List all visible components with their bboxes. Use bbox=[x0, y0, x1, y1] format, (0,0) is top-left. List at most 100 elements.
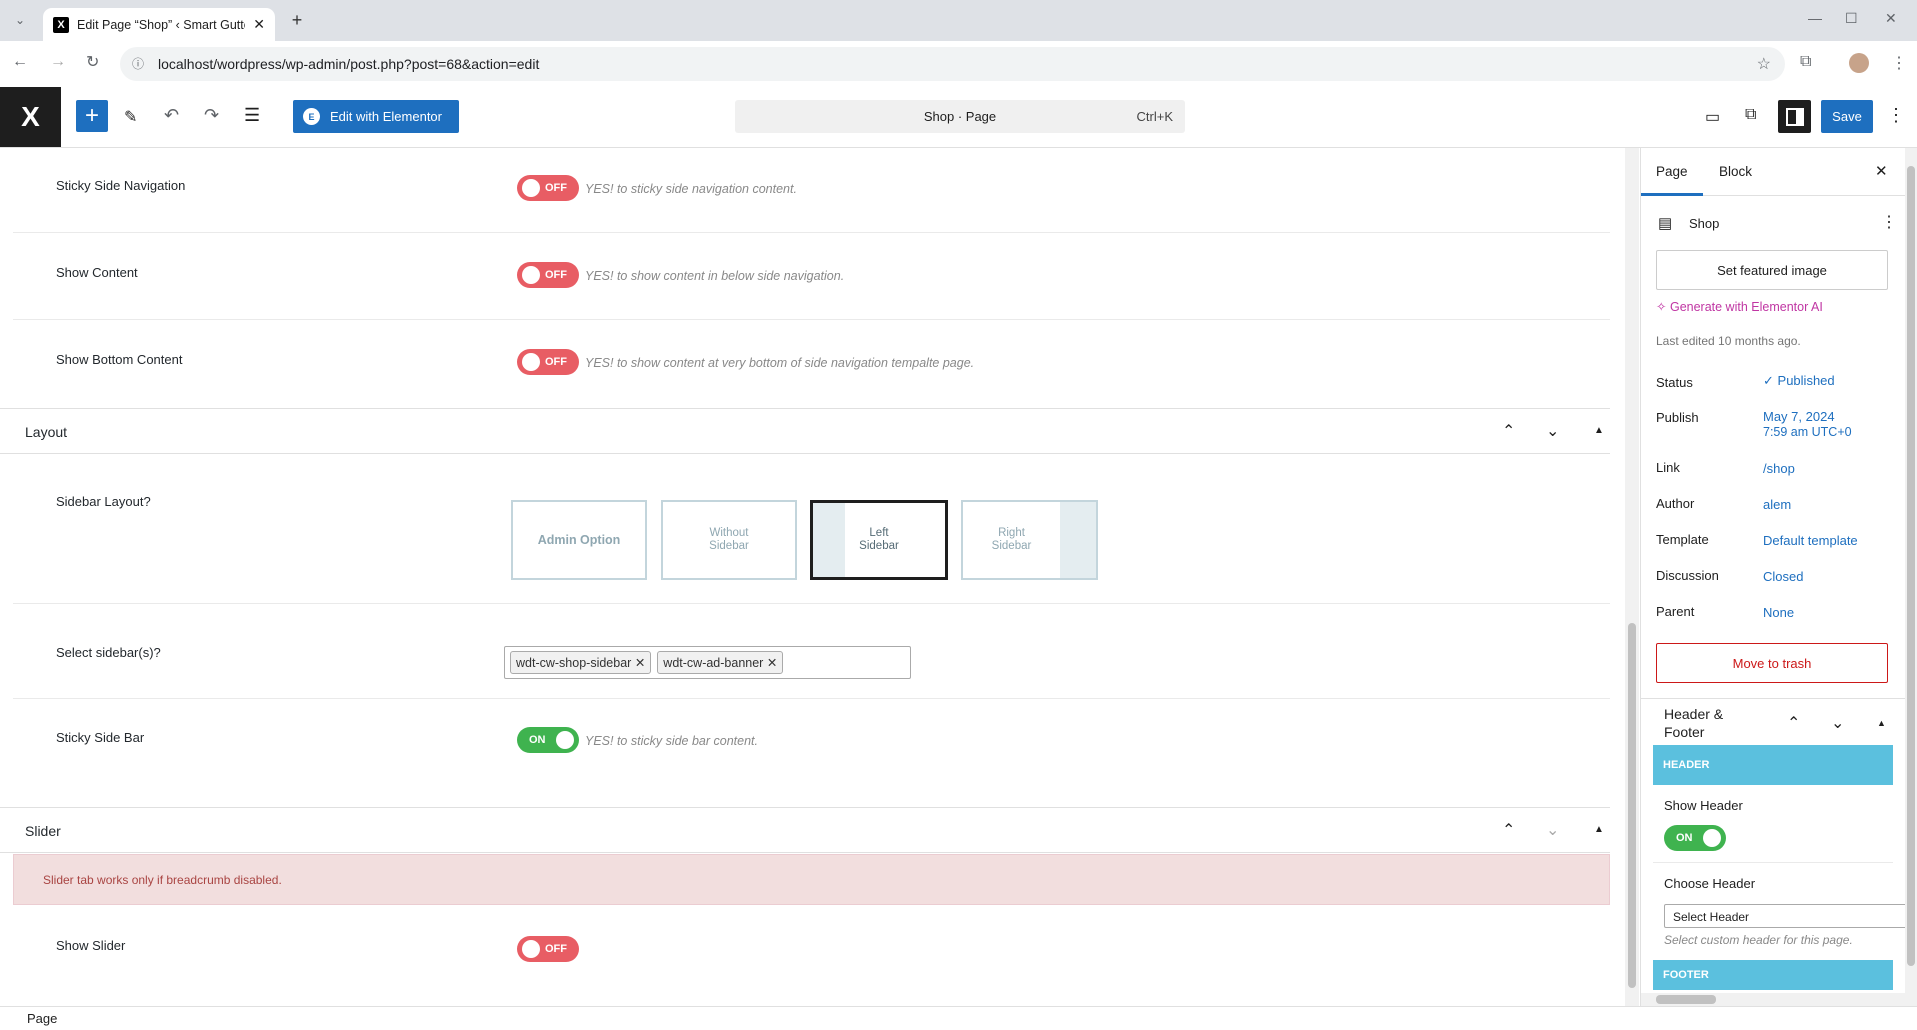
layout-section-header[interactable]: Layout ⌃ ⌄ ▲ bbox=[0, 408, 1610, 454]
reload-icon[interactable]: ↻ bbox=[86, 52, 99, 72]
profile-avatar[interactable] bbox=[1849, 53, 1869, 73]
tab-page[interactable]: Page bbox=[1656, 164, 1688, 179]
active-tab-indicator bbox=[1641, 193, 1703, 196]
maximize-icon[interactable]: ☐ bbox=[1845, 10, 1858, 27]
publish-date[interactable]: May 7, 2024 bbox=[1763, 409, 1835, 424]
show-content-toggle[interactable]: OFF bbox=[517, 262, 579, 288]
last-edited: Last edited 10 months ago. bbox=[1656, 334, 1801, 348]
command-shortcut: Ctrl+K bbox=[1136, 109, 1173, 124]
browser-tab[interactable]: X Edit Page “Shop” ‹ Smart Gutter ✕ bbox=[43, 8, 275, 41]
sidebar-chip: wdt-cw-shop-sidebar ✕ bbox=[510, 651, 652, 674]
bottom-content-hint: YES! to show content at very bottom of s… bbox=[585, 356, 975, 370]
move-down-icon[interactable]: ⌄ bbox=[1546, 421, 1559, 441]
view-page-icon[interactable]: ⧉ bbox=[1745, 106, 1756, 124]
undo-icon[interactable]: ↶ bbox=[164, 105, 179, 126]
minimize-icon[interactable]: — bbox=[1808, 10, 1822, 26]
discussion-label: Discussion bbox=[1656, 568, 1719, 583]
layout-option-right-sidebar[interactable]: Right Sidebar bbox=[961, 500, 1098, 580]
layout-option-admin[interactable]: Admin Option bbox=[511, 500, 647, 580]
document-overview-icon[interactable]: ☰ bbox=[244, 105, 260, 126]
collapse-icon[interactable]: ▲ bbox=[1877, 718, 1886, 728]
bottom-content-toggle[interactable]: OFF bbox=[517, 349, 579, 375]
collapse-icon[interactable]: ▲ bbox=[1594, 824, 1604, 835]
layout-option-label: Right Sidebar bbox=[991, 527, 1032, 552]
collapse-icon[interactable]: ▲ bbox=[1594, 425, 1604, 436]
sidebar-scrollbar[interactable] bbox=[1905, 148, 1917, 993]
layout-option-left-sidebar[interactable]: Left Sidebar bbox=[810, 500, 948, 580]
slider-section-header[interactable]: Slider ⌃ ⌄ ▲ bbox=[0, 807, 1610, 853]
show-slider-row: Show Slider OFF bbox=[13, 905, 1610, 985]
status-text: Published bbox=[1777, 373, 1835, 388]
status-value[interactable]: ✓ Published bbox=[1763, 373, 1835, 389]
tools-pencil-icon[interactable]: ✎ bbox=[124, 107, 137, 127]
chip-label: wdt-cw-ad-banner bbox=[663, 656, 764, 670]
save-button[interactable]: Save bbox=[1821, 100, 1873, 133]
main-scrollbar[interactable] bbox=[1625, 148, 1639, 1006]
show-content-label: Show Content bbox=[56, 265, 138, 280]
move-up-icon[interactable]: ⌃ bbox=[1502, 820, 1515, 840]
link-label: Link bbox=[1656, 460, 1680, 475]
move-down-icon[interactable]: ⌄ bbox=[1831, 713, 1844, 733]
publish-time[interactable]: 7:59 am UTC+0 bbox=[1763, 425, 1852, 439]
layout-option-label: Without Sidebar bbox=[709, 527, 749, 552]
hscroll-thumb[interactable] bbox=[1656, 995, 1716, 1004]
parent-value[interactable]: None bbox=[1763, 605, 1794, 620]
bottom-content-row: Show Bottom Content OFF YES! to show con… bbox=[13, 320, 1610, 408]
back-icon[interactable]: ← bbox=[12, 53, 28, 71]
close-window-icon[interactable]: ✕ bbox=[1885, 10, 1897, 27]
generate-ai-link[interactable]: ✧ Generate with Elementor AI bbox=[1656, 299, 1823, 314]
toggle-knob bbox=[522, 179, 540, 197]
tab-search-icon[interactable]: ⌄ bbox=[10, 10, 30, 30]
browser-menu-icon[interactable]: ⋮ bbox=[1891, 53, 1907, 73]
document-actions-icon[interactable]: ⋮ bbox=[1881, 212, 1897, 232]
site-logo-icon[interactable]: X bbox=[0, 87, 61, 147]
close-tab-icon[interactable]: ✕ bbox=[253, 16, 265, 33]
remove-chip-icon[interactable]: ✕ bbox=[635, 656, 645, 670]
site-info-icon[interactable]: ⓘ bbox=[132, 55, 144, 72]
close-sidebar-icon[interactable]: ✕ bbox=[1875, 162, 1888, 180]
redo-icon[interactable]: ↷ bbox=[204, 105, 219, 126]
scroll-thumb[interactable] bbox=[1628, 623, 1636, 988]
bookmark-star-icon[interactable]: ☆ bbox=[1757, 54, 1771, 74]
link-value[interactable]: /shop bbox=[1763, 461, 1795, 476]
scroll-thumb[interactable] bbox=[1907, 166, 1915, 966]
set-featured-image-button[interactable]: Set featured image bbox=[1656, 250, 1888, 290]
move-up-icon[interactable]: ⌃ bbox=[1787, 713, 1800, 733]
tab-block[interactable]: Block bbox=[1719, 164, 1752, 179]
chip-label: wdt-cw-shop-sidebar bbox=[516, 656, 632, 670]
options-menu-icon[interactable]: ⋮ bbox=[1887, 105, 1905, 126]
choose-header-select[interactable]: Select Header bbox=[1664, 904, 1917, 928]
show-slider-label: Show Slider bbox=[56, 938, 126, 953]
discussion-value[interactable]: Closed bbox=[1763, 569, 1803, 584]
toggle-state: OFF bbox=[545, 356, 567, 368]
sticky-nav-toggle[interactable]: OFF bbox=[517, 175, 579, 201]
toggle-state: OFF bbox=[545, 269, 567, 281]
show-content-hint: YES! to show content in below side navig… bbox=[585, 269, 845, 283]
move-to-trash-button[interactable]: Move to trash bbox=[1656, 643, 1888, 683]
layout-option-label: Left Sidebar bbox=[859, 527, 899, 552]
move-up-icon[interactable]: ⌃ bbox=[1502, 421, 1515, 441]
layout-option-without-sidebar[interactable]: Without Sidebar bbox=[661, 500, 797, 580]
forward-icon[interactable]: → bbox=[50, 53, 66, 71]
edit-with-elementor-button[interactable]: E Edit with Elementor bbox=[293, 100, 459, 133]
command-palette[interactable]: Shop · Page Ctrl+K bbox=[735, 100, 1185, 133]
show-header-toggle[interactable]: ON bbox=[1664, 825, 1726, 851]
editor-footer-breadcrumb[interactable]: Page bbox=[0, 1006, 1917, 1030]
edit-elementor-label: Edit with Elementor bbox=[330, 109, 442, 124]
sidebar-multiselect[interactable]: wdt-cw-shop-sidebar ✕ wdt-cw-ad-banner ✕ bbox=[504, 646, 911, 679]
sticky-sidebar-toggle[interactable]: ON bbox=[517, 727, 579, 753]
extensions-icon[interactable]: ⧉ bbox=[1800, 53, 1811, 71]
author-value[interactable]: alem bbox=[1763, 497, 1791, 512]
tab-strip: ⌄ X Edit Page “Shop” ‹ Smart Gutter ✕ + … bbox=[0, 0, 1917, 41]
tab-title: Edit Page “Shop” ‹ Smart Gutter bbox=[77, 17, 246, 32]
remove-chip-icon[interactable]: ✕ bbox=[767, 656, 777, 670]
add-block-button[interactable]: + bbox=[76, 100, 108, 132]
new-tab-icon[interactable]: + bbox=[287, 10, 307, 30]
show-slider-toggle[interactable]: OFF bbox=[517, 936, 579, 962]
settings-toggle-button[interactable] bbox=[1778, 100, 1811, 133]
move-down-icon[interactable]: ⌄ bbox=[1546, 820, 1559, 840]
sidebar-hscrollbar[interactable] bbox=[1641, 993, 1917, 1006]
preview-device-icon[interactable]: ▭ bbox=[1705, 107, 1720, 127]
address-bar[interactable]: ⓘ localhost/wordpress/wp-admin/post.php?… bbox=[120, 47, 1785, 81]
template-value[interactable]: Default template bbox=[1763, 533, 1858, 548]
